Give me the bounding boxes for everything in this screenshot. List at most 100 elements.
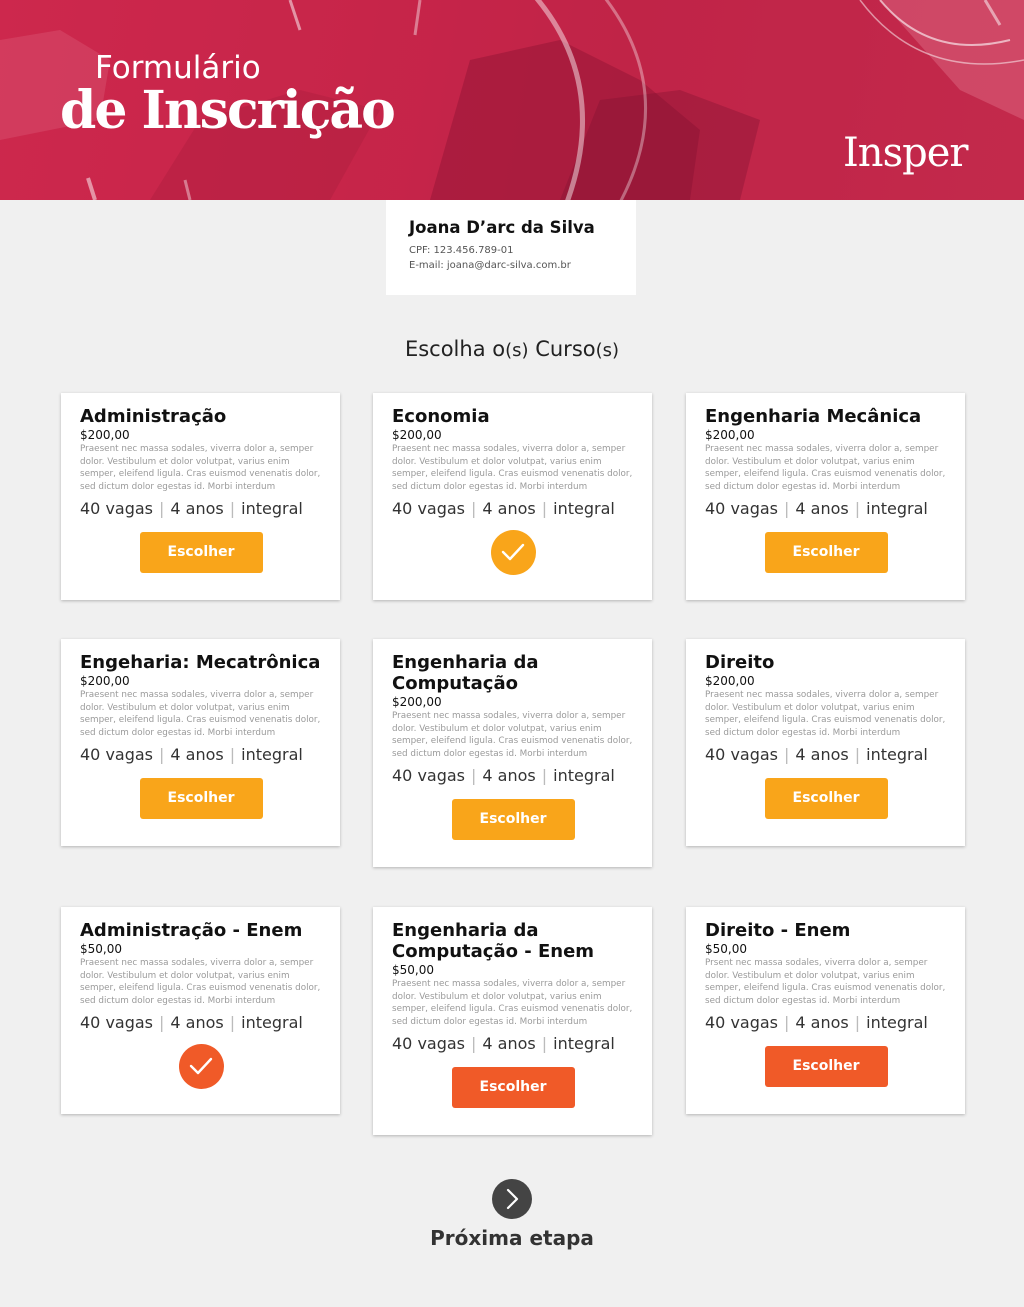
course-price: $200,00 xyxy=(392,428,442,442)
course-name: Engeharia: Mecatrônica xyxy=(80,652,321,673)
separator: | xyxy=(784,1013,790,1032)
section-title-part: (s) xyxy=(505,340,529,361)
user-info-card: Joana D’arc da Silva CPF: 123.456.789-01… xyxy=(386,200,636,295)
chevron-right-icon xyxy=(506,1188,519,1210)
separator: | xyxy=(541,1034,548,1053)
course-price: $200,00 xyxy=(392,695,442,709)
separator: | xyxy=(159,499,165,518)
title-line-2: de Inscrição xyxy=(60,80,396,141)
course-vagas: 40 vagas xyxy=(80,745,154,764)
header-banner: Formulário de Inscrição Insper xyxy=(0,0,1024,200)
course-vagas: 40 vagas xyxy=(705,745,779,764)
course-period: integral xyxy=(241,499,303,518)
course-price: $50,00 xyxy=(705,942,747,956)
course-period: integral xyxy=(553,499,615,518)
course-vagas: 40 vagas xyxy=(705,499,779,518)
course-description: Praesent nec massa sodales, viverra dolo… xyxy=(80,444,321,492)
checkmark-icon xyxy=(189,1057,213,1075)
course-action xyxy=(80,1036,322,1096)
course-duration: 4 anos xyxy=(170,499,224,518)
course-meta: 40 vagas | 4 anos | integral xyxy=(80,745,322,764)
section-title-part: (s) xyxy=(595,340,620,361)
separator: | xyxy=(854,745,861,764)
course-vagas: 40 vagas xyxy=(392,766,466,785)
insper-logo: Insper xyxy=(843,130,968,176)
course-meta: 40 vagas | 4 anos | integral xyxy=(705,1013,947,1032)
course-card: Engenharia da Computação $200,00 Praesen… xyxy=(373,639,652,867)
course-card: Engenharia da Computação - Enem $50,00 P… xyxy=(373,907,652,1135)
course-description: Praesent nec massa sodales, viverra dolo… xyxy=(392,979,633,1027)
course-description: Praesent nec massa sodales, viverra dolo… xyxy=(80,958,321,1006)
separator: | xyxy=(784,745,790,764)
course-period: integral xyxy=(866,745,928,764)
course-name: Administração - Enem xyxy=(80,920,303,941)
course-description: Praesent nec massa sodales, viverra dolo… xyxy=(392,444,633,492)
course-card: Administração $200,00 Praesent nec massa… xyxy=(61,393,340,600)
choose-course-button[interactable]: Escolher xyxy=(451,798,575,840)
course-duration: 4 anos xyxy=(170,1013,224,1032)
course-period: integral xyxy=(553,1034,615,1053)
separator: | xyxy=(854,1013,861,1032)
separator: | xyxy=(471,499,477,518)
separator: | xyxy=(471,766,477,785)
course-vagas: 40 vagas xyxy=(392,499,466,518)
course-duration: 4 anos xyxy=(482,766,536,785)
choose-course-button[interactable]: Escolher xyxy=(451,1066,575,1108)
course-period: integral xyxy=(866,1013,928,1032)
course-duration: 4 anos xyxy=(482,499,536,518)
course-price: $200,00 xyxy=(80,674,130,688)
course-description: Praesent nec massa sodales, viverra dolo… xyxy=(80,690,321,738)
selected-check-button[interactable] xyxy=(178,1043,224,1089)
course-card: Economia $200,00 Praesent nec massa soda… xyxy=(373,393,652,600)
course-price: $200,00 xyxy=(705,674,755,688)
choose-course-button[interactable]: Escolher xyxy=(764,531,888,573)
course-period: integral xyxy=(553,766,615,785)
next-step-button[interactable] xyxy=(492,1179,532,1219)
course-price: $200,00 xyxy=(80,428,130,442)
course-action: Escolher xyxy=(80,768,322,828)
course-description: Praesent nec massa sodales, viverra dolo… xyxy=(392,711,633,759)
separator: | xyxy=(159,1013,165,1032)
course-name: Engenharia Mecânica xyxy=(705,406,922,427)
course-card: Direito $200,00 Praesent nec massa sodal… xyxy=(686,639,965,846)
choose-course-button[interactable]: Escolher xyxy=(139,777,263,819)
course-duration: 4 anos xyxy=(482,1034,536,1053)
course-description: Prsent nec massa sodales, viverra dolor … xyxy=(705,958,946,1006)
section-title-part: Curso xyxy=(528,337,596,361)
choose-course-button[interactable]: Escolher xyxy=(764,777,888,819)
course-price: $50,00 xyxy=(392,963,434,977)
course-duration: 4 anos xyxy=(170,745,224,764)
course-vagas: 40 vagas xyxy=(705,1013,779,1032)
choose-course-button[interactable]: Escolher xyxy=(139,531,263,573)
course-action xyxy=(392,522,634,582)
course-description: Praesent nec massa sodales, viverra dolo… xyxy=(705,444,946,492)
course-meta: 40 vagas | 4 anos | integral xyxy=(705,499,947,518)
course-name: Direito - Enem xyxy=(705,920,851,941)
course-meta: 40 vagas | 4 anos | integral xyxy=(392,1034,634,1053)
separator: | xyxy=(854,499,861,518)
choose-course-button[interactable]: Escolher xyxy=(764,1045,888,1087)
section-title-part: Escolha o xyxy=(404,337,506,361)
user-name: Joana D’arc da Silva xyxy=(409,218,595,237)
user-cpf: CPF: 123.456.789-01 xyxy=(409,245,514,256)
selected-check-button[interactable] xyxy=(490,529,536,575)
section-title: Escolha o(s) Curso(s) xyxy=(0,337,1024,361)
user-email: E-mail: joana@darc-silva.com.br xyxy=(409,260,571,271)
course-card: Engeharia: Mecatrônica $200,00 Praesent … xyxy=(61,639,340,846)
separator: | xyxy=(159,745,165,764)
course-meta: 40 vagas | 4 anos | integral xyxy=(392,766,634,785)
separator: | xyxy=(229,745,236,764)
course-period: integral xyxy=(241,1013,303,1032)
next-step-label[interactable]: Próxima etapa xyxy=(0,1226,1024,1250)
course-card: Direito - Enem $50,00 Prsent nec massa s… xyxy=(686,907,965,1114)
separator: | xyxy=(471,1034,477,1053)
course-meta: 40 vagas | 4 anos | integral xyxy=(80,1013,322,1032)
course-duration: 4 anos xyxy=(795,499,849,518)
course-vagas: 40 vagas xyxy=(392,1034,466,1053)
course-meta: 40 vagas | 4 anos | integral xyxy=(705,745,947,764)
separator: | xyxy=(229,1013,236,1032)
course-duration: 4 anos xyxy=(795,1013,849,1032)
course-name: Engenharia da Computação - Enem xyxy=(392,920,595,962)
separator: | xyxy=(229,499,236,518)
course-vagas: 40 vagas xyxy=(80,1013,154,1032)
